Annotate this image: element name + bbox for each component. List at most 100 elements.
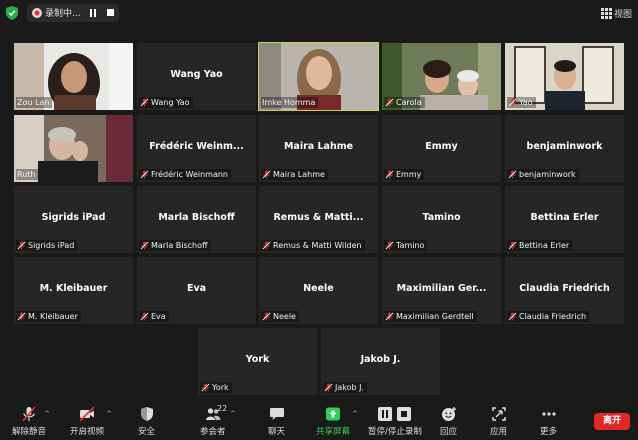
participant-name: Neele [273,312,296,321]
participant-tile[interactable]: Eva Eva [137,257,256,324]
more-label: 更多 [540,427,558,437]
participant-tile[interactable]: Claudia Friedrich Claudia Friedrich [505,257,624,324]
start-video-label: 开启视频 [70,427,105,437]
participant-name: Zou Lan [17,98,50,107]
participant-display-name: Jakob J. [360,354,401,365]
security-shield-icon[interactable] [6,6,18,20]
participant-display-name: Bettina Erler [530,212,599,223]
participant-name-tag: Neele [261,311,299,322]
participant-tile[interactable]: Frédéric Weinm... Frédéric Weinmann [137,115,256,182]
mic-muted-icon [508,241,517,250]
participant-name-tag: Eva [139,311,169,322]
participant-tile[interactable]: Carola [382,43,501,110]
stop-icon [397,407,412,421]
participant-tile[interactable]: Ruth [14,115,133,182]
chat-button[interactable]: 聊天 [268,406,285,437]
stop-recording-icon[interactable] [107,9,114,16]
participant-name: Claudia Friedrich [519,312,587,321]
mic-muted-icon [17,241,26,250]
participant-name: Maximilian Gerdtell [396,312,474,321]
participants-button[interactable]: 22 参会者 [200,404,227,437]
participant-tile[interactable]: Neele Neele [259,257,378,324]
mic-muted-icon [140,170,149,179]
participant-display-name: Maira Lahme [283,141,354,152]
participant-display-name: benjaminwork [526,141,603,152]
participant-tile[interactable]: York York [198,328,317,395]
participant-tile[interactable]: Maximilian Ger... Maximilian Gerdtell [382,257,501,324]
participant-name: Frédéric Weinmann [151,170,228,179]
participant-tile[interactable]: Remus & Matti... Remus & Matti Wilden [259,186,378,253]
participant-display-name: Maximilian Ger... [396,283,487,294]
participant-tile[interactable]: Marla Bischoff Marla Bischoff [137,186,256,253]
participant-name: York [212,383,229,392]
unmute-label: 解除静音 [12,427,47,437]
share-options-caret-icon[interactable]: ^ [352,410,358,418]
participant-tile[interactable]: benjaminwork benjaminwork [505,115,624,182]
participant-tile[interactable]: Jakob J. Jakob J. [321,328,440,395]
participants-options-caret-icon[interactable]: ^ [230,410,236,418]
mic-muted-icon [262,241,271,250]
reactions-button[interactable]: 回应 [440,406,457,437]
participant-name-tag: Emmy [384,169,425,180]
participant-display-name: Frédéric Weinm... [149,141,244,152]
participant-tile[interactable]: Emmy Emmy [382,115,501,182]
participant-name-tag: Maira Lahme [261,169,328,180]
mic-muted-icon [508,170,517,179]
participant-display-name: York [245,354,270,365]
participant-name: Jakob J. [335,383,365,392]
participant-name: benjaminwork [519,170,576,179]
participant-tile[interactable]: M. Kleibauer M. Kleibauer [14,257,133,324]
participant-display-name: Remus & Matti... [273,212,364,223]
participant-name-tag: Tamino [384,240,428,251]
participant-tile[interactable]: Tamino Tamino [382,186,501,253]
mic-muted-icon [262,312,271,321]
video-options-caret-icon[interactable]: ^ [106,410,112,418]
pause-stop-recording-button[interactable]: 暂停/停止录制 [368,406,422,437]
view-label: 视图 [613,9,632,20]
participant-tile[interactable]: Yao [505,43,624,110]
mic-muted-icon [140,312,149,321]
leave-button[interactable]: 离开 [594,413,630,430]
recording-label: 录制中... [45,9,81,19]
apps-button[interactable]: 应用 [490,406,507,437]
share-screen-icon [326,407,340,421]
start-video-button[interactable]: 开启视频 [70,406,104,437]
participant-tile[interactable]: Sigrids iPad Sigrids iPad [14,186,133,253]
participant-name: Wang Yao [151,98,190,107]
participant-name-tag: Imke Homma [261,97,319,108]
participant-name-tag: Frédéric Weinmann [139,169,231,180]
participant-name-tag: Zou Lan [16,97,53,108]
participant-name: Tamino [396,241,425,250]
active-speaker-tile[interactable]: Imke Homma [258,42,379,111]
participant-tile[interactable]: Zou Lan [14,43,133,110]
participant-name-tag: Maximilian Gerdtell [384,311,477,322]
share-screen-button[interactable]: 共享屏幕 [316,406,350,437]
participant-name: Eva [151,312,166,321]
mic-muted-icon [385,241,394,250]
participant-name-tag: Sigrids iPad [16,240,78,251]
mic-muted-icon [385,98,394,107]
participant-tile[interactable]: Bettina Erler Bettina Erler [505,186,624,253]
participant-name-tag: Yao [507,97,536,108]
participant-name: Remus & Matti Wilden [273,241,362,250]
participant-name: Emmy [396,170,422,179]
more-button[interactable]: 更多 [540,406,557,437]
participant-display-name: Eva [186,283,207,294]
participant-name: M. Kleibauer [28,312,78,321]
security-button[interactable]: 安全 [138,406,155,437]
unmute-button[interactable]: 解除静音 [12,406,46,437]
reactions-label: 回应 [440,427,458,437]
participant-tile[interactable]: Wang Yao Wang Yao [137,43,256,110]
participant-tile[interactable]: Maira Lahme Maira Lahme [259,115,378,182]
video-off-icon [79,406,95,422]
participant-name-tag: Ruth [16,169,39,180]
view-button[interactable]: 视图 [600,5,632,21]
recording-indicator[interactable]: 录制中... [27,4,119,22]
pause-recording-icon[interactable] [89,9,97,17]
participant-name: Yao [519,98,533,107]
mic-muted-icon [385,170,394,179]
participant-name: Marla Bischoff [151,241,208,250]
audio-options-caret-icon[interactable]: ^ [44,410,50,418]
participants-label: 参会者 [200,427,226,437]
apps-icon [491,407,506,421]
